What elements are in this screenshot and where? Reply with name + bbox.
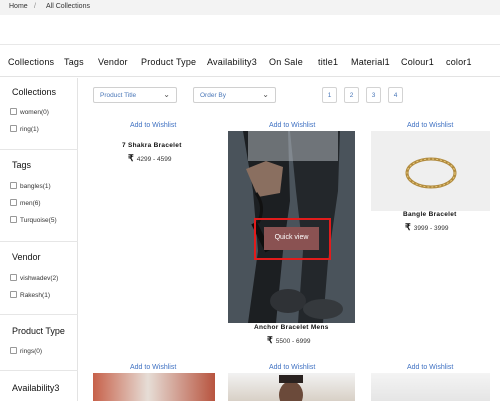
filter-tab-product-type[interactable]: Product Type	[141, 57, 196, 67]
sidebar-heading-collections: Collections	[12, 87, 57, 97]
product-name[interactable]: Bangle Bracelet	[403, 211, 457, 218]
bangle-photo	[371, 131, 490, 211]
sidebar-option-vishwadev[interactable]: vishwadev(2)	[10, 274, 58, 282]
add-to-wishlist-link[interactable]: Add to Wishlist	[269, 364, 315, 371]
product-price: ₹5500 - 6999	[267, 335, 311, 345]
sidebar-divider	[0, 314, 78, 315]
breadcrumb-separator: /	[34, 3, 36, 10]
filter-tab-tags[interactable]: Tags	[64, 57, 84, 67]
add-to-wishlist-link[interactable]: Add to Wishlist	[130, 364, 176, 371]
rupee-icon: ₹	[405, 222, 411, 232]
page-button-2[interactable]: 2	[344, 87, 359, 103]
filter-tab-title[interactable]: title1	[318, 57, 338, 67]
sidebar-option-women[interactable]: women(0)	[10, 108, 49, 116]
sidebar-option-men[interactable]: men(6)	[10, 199, 41, 207]
rupee-icon: ₹	[267, 335, 273, 345]
product-image[interactable]	[93, 373, 215, 401]
checkbox-icon[interactable]	[10, 199, 17, 206]
sidebar: Collections women(0) ring(1) Tags bangle…	[0, 78, 78, 401]
sidebar-heading-tags: Tags	[12, 160, 32, 170]
product-price: ₹3999 - 3999	[405, 222, 449, 232]
chevron-down-icon: ⌄	[163, 90, 170, 99]
filter-tab-collections[interactable]: Collections	[8, 57, 54, 67]
add-to-wishlist-link[interactable]: Add to Wishlist	[407, 364, 453, 371]
rupee-icon: ₹	[128, 153, 134, 163]
add-to-wishlist-link[interactable]: Add to Wishlist	[407, 122, 453, 129]
breadcrumb-current: All Collections	[46, 3, 90, 10]
sidebar-heading-product-type: Product Type	[12, 326, 65, 336]
checkbox-icon[interactable]	[10, 182, 17, 189]
page-button-4[interactable]: 4	[388, 87, 403, 103]
filter-tab-on-sale[interactable]: On Sale	[269, 57, 303, 67]
sidebar-heading-availability: Availability3	[12, 383, 60, 393]
filter-tab-availability[interactable]: Availability3	[207, 57, 257, 67]
chevron-down-icon: ⌄	[262, 90, 269, 99]
sidebar-option-bangles[interactable]: bangles(1)	[10, 182, 51, 190]
sidebar-heading-vendor: Vendor	[12, 252, 41, 262]
checkbox-icon[interactable]	[10, 291, 17, 298]
checkbox-icon[interactable]	[10, 347, 17, 354]
sort-title-select[interactable]: Product Title ⌄	[93, 87, 177, 103]
order-by-select[interactable]: Order By ⌄	[193, 87, 276, 103]
checkbox-icon[interactable]	[10, 108, 17, 115]
breadcrumb-home-link[interactable]: Home	[9, 3, 28, 10]
product-image[interactable]	[371, 373, 490, 401]
checkbox-icon[interactable]	[10, 125, 17, 132]
page-button-3[interactable]: 3	[366, 87, 381, 103]
filter-bar: Collections Tags Vendor Product Type Ava…	[0, 45, 500, 77]
product-name[interactable]: 7 Shakra Bracelet	[122, 142, 182, 149]
page-button-1[interactable]: 1	[322, 87, 337, 103]
sidebar-divider	[0, 370, 78, 371]
product-name[interactable]: Anchor Bracelet Mens	[254, 324, 329, 331]
product-image-bangle-bracelet[interactable]	[371, 131, 490, 211]
sidebar-option-turquoise[interactable]: Turquoise(5)	[10, 216, 57, 224]
product-image[interactable]	[228, 373, 355, 401]
checkbox-icon[interactable]	[10, 274, 17, 281]
add-to-wishlist-link[interactable]: Add to Wishlist	[269, 122, 315, 129]
sidebar-option-rings[interactable]: rings(0)	[10, 347, 42, 355]
sidebar-divider	[0, 149, 78, 150]
checkbox-icon[interactable]	[10, 216, 17, 223]
filter-tab-material[interactable]: Material1	[351, 57, 390, 67]
breadcrumb: Home / All Collections	[0, 0, 500, 15]
filter-tab-color[interactable]: color1	[446, 57, 472, 67]
add-to-wishlist-link[interactable]: Add to Wishlist	[130, 122, 176, 129]
sidebar-divider	[0, 241, 78, 242]
sidebar-option-ring[interactable]: ring(1)	[10, 125, 39, 133]
filter-tab-colour[interactable]: Colour1	[401, 57, 434, 67]
product-price: ₹4299 - 4599	[128, 153, 172, 163]
filter-tab-vendor[interactable]: Vendor	[98, 57, 128, 67]
portrait-photo	[279, 375, 303, 401]
sidebar-option-rakesh[interactable]: Rakesh(1)	[10, 291, 50, 299]
quick-view-button[interactable]: Quick view	[264, 227, 319, 250]
